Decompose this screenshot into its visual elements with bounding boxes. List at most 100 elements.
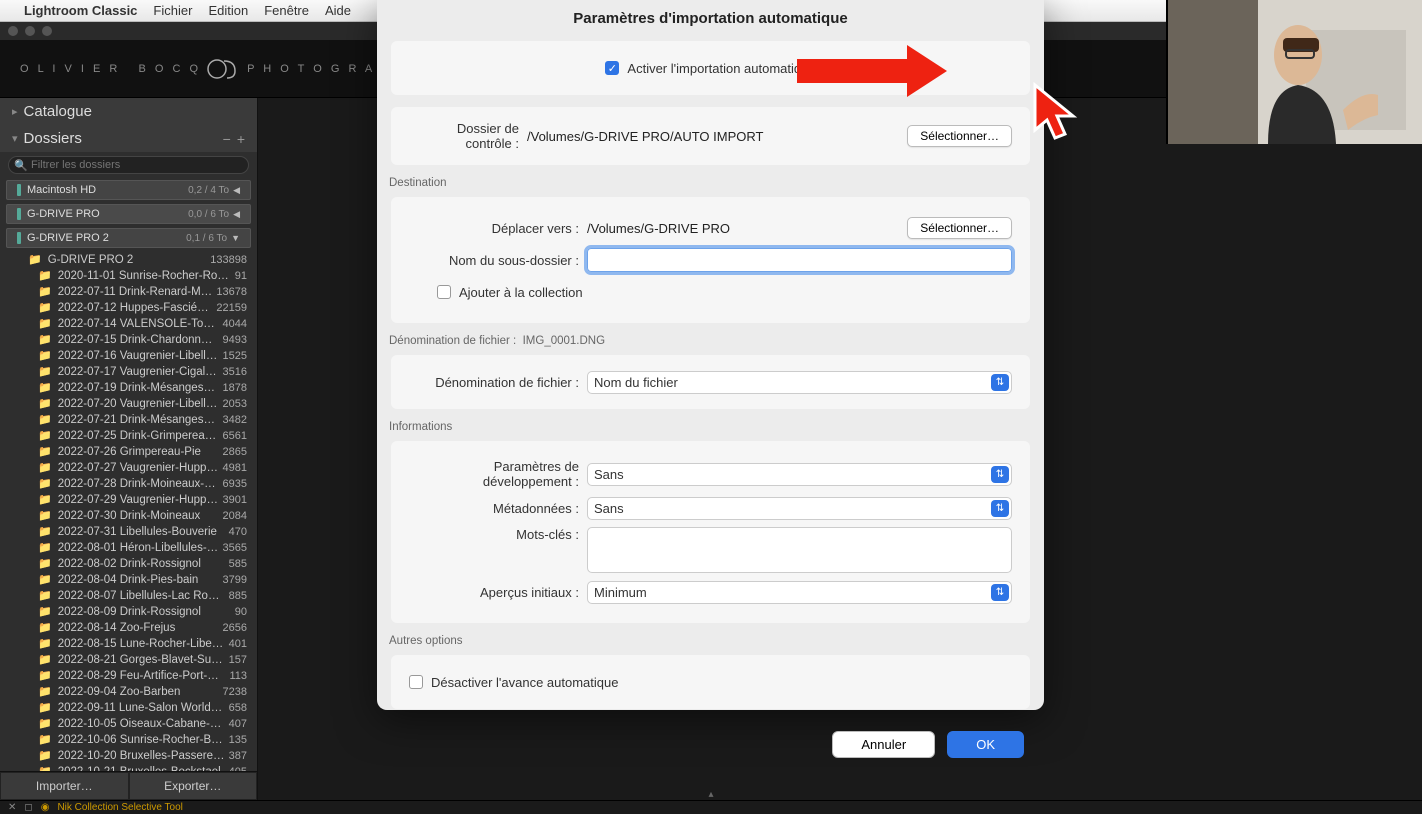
disable-advance-checkbox[interactable] <box>409 675 423 689</box>
import-button[interactable]: Importer… <box>0 772 129 800</box>
folder-row[interactable]: 📁2022-08-14 Zoo-Frejus2656 <box>0 620 257 636</box>
menu-file[interactable]: Fichier <box>153 3 192 18</box>
folder-row[interactable]: 📁2022-07-31 Libellules-Bouverie470 <box>0 524 257 540</box>
info-head: Informations <box>389 421 1044 433</box>
folder-icon: 📁 <box>38 557 52 571</box>
folder-icon: 📁 <box>28 253 42 267</box>
folder-icon: 📁 <box>38 269 52 283</box>
export-button[interactable]: Exporter… <box>129 772 258 800</box>
add-collection-checkbox[interactable] <box>437 285 451 299</box>
folder-icon: 📁 <box>38 669 52 683</box>
filenaming-value: Nom du fichier <box>594 375 678 390</box>
folder-row[interactable]: 📁2022-07-29 Vaugrenier-Huppes-…3901 <box>0 492 257 508</box>
add-collection-label: Ajouter à la collection <box>459 285 583 300</box>
dialog-title: Paramètres d'importation automatique <box>377 0 1044 41</box>
preview-select[interactable]: Minimum ⇅ <box>587 581 1012 604</box>
folder-row[interactable]: 📁2022-08-09 Drink-Rossignol90 <box>0 604 257 620</box>
meta-select[interactable]: Sans ⇅ <box>587 497 1012 520</box>
preview-label: Aperçus initiaux : <box>409 585 587 600</box>
folder-row[interactable]: 📁2022-10-21 Bruxelles-Bockstael405 <box>0 764 257 771</box>
min-dot[interactable] <box>25 26 35 36</box>
folder-row[interactable]: 📁2022-07-21 Drink-Mésanges-Pic…3482 <box>0 412 257 428</box>
folder-row[interactable]: 📁2022-08-01 Héron-Libellules-Pa…3565 <box>0 540 257 556</box>
folder-row[interactable]: 📁2022-07-17 Vaugrenier-Cigales-…3516 <box>0 364 257 380</box>
close-dot[interactable] <box>8 26 18 36</box>
select-dest-button[interactable]: Sélectionner… <box>907 217 1012 239</box>
folder-row[interactable]: 📁2022-08-21 Gorges-Blavet-Sunrise157 <box>0 652 257 668</box>
folder-row[interactable]: 📁2022-08-29 Feu-Artifice-Port-Fr…113 <box>0 668 257 684</box>
dev-select[interactable]: Sans ⇅ <box>587 463 1012 486</box>
tray-indicator[interactable]: ▴ <box>708 789 713 800</box>
brand-logo: O L I V I E R B O C Q P H O T O G R A P … <box>20 57 424 81</box>
volume-gdrive2[interactable]: G-DRIVE PRO 20,1 / 6 To▼ <box>6 228 251 248</box>
folder-icon: 📁 <box>38 605 52 619</box>
status-tool: Nik Collection Selective Tool <box>57 802 182 813</box>
select-arrows-icon: ⇅ <box>991 500 1009 517</box>
folder-row[interactable]: 📁2022-09-11 Lune-Salon World O…658 <box>0 700 257 716</box>
webcam-overlay <box>1166 0 1422 144</box>
filenaming-label: Dénomination de fichier : <box>409 375 587 390</box>
folder-icon: 📁 <box>38 317 52 331</box>
menu-window[interactable]: Fenêtre <box>264 3 309 18</box>
activate-checkbox[interactable]: ✓ <box>605 61 619 75</box>
max-dot[interactable] <box>42 26 52 36</box>
folder-row[interactable]: 📁2022-07-20 Vaugrenier-Libellule…2053 <box>0 396 257 412</box>
ok-button[interactable]: OK <box>947 731 1024 758</box>
plus-icon[interactable]: + <box>237 131 245 147</box>
folder-filter: 🔍 <box>0 152 257 178</box>
folder-row[interactable]: 📁2022-10-05 Oiseaux-Cabane-He…407 <box>0 716 257 732</box>
folder-row[interactable]: 📁2022-07-16 Vaugrenier-Libellules1525 <box>0 348 257 364</box>
volume-macintosh[interactable]: Macintosh HD0,2 / 4 To◀ <box>6 180 251 200</box>
subfolder-label: Nom du sous-dossier : <box>409 253 587 268</box>
menu-edit[interactable]: Edition <box>208 3 248 18</box>
other-head: Autres options <box>389 635 1044 647</box>
folder-icon: 📁 <box>38 509 52 523</box>
folder-icon: 📁 <box>38 445 52 459</box>
close-icon[interactable]: ✕ <box>8 802 16 813</box>
folder-row[interactable]: 📁2022-07-27 Vaugrenier-Huppes-…4981 <box>0 460 257 476</box>
folder-row[interactable]: 📁2022-07-30 Drink-Moineaux2084 <box>0 508 257 524</box>
keywords-input[interactable] <box>587 527 1012 573</box>
filenaming-select[interactable]: Nom du fichier ⇅ <box>587 371 1012 394</box>
menu-help[interactable]: Aide <box>325 3 351 18</box>
folder-root[interactable]: 📁 G-DRIVE PRO 2 133898 <box>0 252 257 268</box>
chevron-right-icon: ▸ <box>12 105 18 118</box>
folder-row[interactable]: 📁2022-07-25 Drink-Grimpereau-Pic…6561 <box>0 428 257 444</box>
activate-label: Activer l'importation automatique <box>627 61 815 76</box>
folder-icon: 📁 <box>38 717 52 731</box>
folder-row[interactable]: 📁2022-07-19 Drink-Mésanges-Ro…1878 <box>0 380 257 396</box>
folder-tree: 📁 G-DRIVE PRO 2 133898 📁2020-11-01 Sunri… <box>0 250 257 771</box>
folder-row[interactable]: 📁2022-08-04 Drink-Pies-bain3799 <box>0 572 257 588</box>
folder-row[interactable]: 📁2022-10-20 Bruxelles-Passerelle…387 <box>0 748 257 764</box>
folder-icon: 📁 <box>38 541 52 555</box>
folder-row[interactable]: 📁2022-08-07 Libellules-Lac Roqu…885 <box>0 588 257 604</box>
folder-row[interactable]: 📁2020-11-01 Sunrise-Rocher-Roqu…91 <box>0 268 257 284</box>
folder-row[interactable]: 📁2022-07-15 Drink-Chardonneret…9493 <box>0 332 257 348</box>
select-watch-button[interactable]: Sélectionner… <box>907 125 1012 147</box>
square-icon[interactable]: ◻ <box>24 802 32 813</box>
panel-catalogue[interactable]: ▸ Catalogue <box>0 98 257 125</box>
volume-gdrive[interactable]: G-DRIVE PRO0,0 / 6 To◀ <box>6 204 251 224</box>
folder-row[interactable]: 📁2022-08-02 Drink-Rossignol585 <box>0 556 257 572</box>
minus-icon[interactable]: − <box>223 131 231 147</box>
folder-icon: 📁 <box>38 589 52 603</box>
folder-row[interactable]: 📁2022-07-26 Grimpereau-Pie2865 <box>0 444 257 460</box>
cancel-button[interactable]: Annuler <box>832 731 935 758</box>
move-label: Déplacer vers : <box>409 221 587 236</box>
panel-dossiers[interactable]: ▾ Dossiers −+ <box>0 125 257 152</box>
folder-row[interactable]: 📁2022-07-12 Huppes-Fasciées-Cig…22159 <box>0 300 257 316</box>
folder-icon: 📁 <box>38 733 52 747</box>
vol-name: Macintosh HD <box>27 184 96 196</box>
folder-row[interactable]: 📁2022-09-04 Zoo-Barben7238 <box>0 684 257 700</box>
folder-row[interactable]: 📁2022-10-06 Sunrise-Rocher-Bru…135 <box>0 732 257 748</box>
folder-row[interactable]: 📁2022-07-11 Drink-Renard-Mésan…13678 <box>0 284 257 300</box>
select-arrows-icon: ⇅ <box>991 374 1009 391</box>
folder-row[interactable]: 📁2022-08-15 Lune-Rocher-Libellu…401 <box>0 636 257 652</box>
app-name[interactable]: Lightroom Classic <box>24 3 137 18</box>
subfolder-input[interactable] <box>587 248 1012 272</box>
folder-row[interactable]: 📁2022-07-14 VALENSOLE-Tourne…4044 <box>0 316 257 332</box>
section-activate: ✓ Activer l'importation automatique <box>391 41 1030 95</box>
folder-filter-input[interactable] <box>8 156 249 174</box>
folder-row[interactable]: 📁2022-07-28 Drink-Moineaux-Pic…6935 <box>0 476 257 492</box>
folder-icon: 📁 <box>38 285 52 299</box>
